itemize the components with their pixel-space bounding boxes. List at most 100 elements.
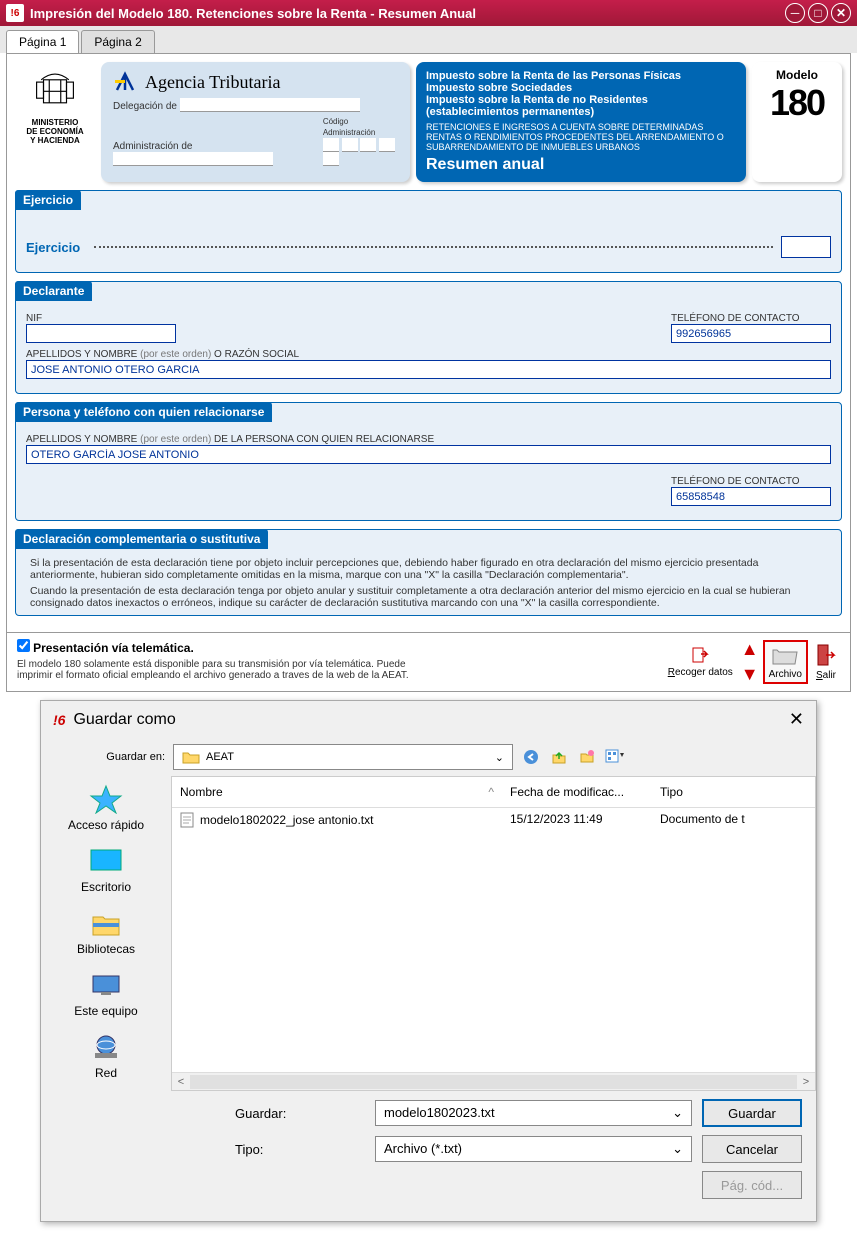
admin-input[interactable] <box>113 152 273 166</box>
tab-page-2[interactable]: Página 2 <box>81 30 154 53</box>
tax-summary: Resumen anual <box>426 156 736 174</box>
file-row[interactable]: modelo1802022_jose antonio.txt 15/12/202… <box>172 808 815 832</box>
col-name[interactable]: Nombre ^ <box>172 781 502 803</box>
col-type[interactable]: Tipo <box>652 781 815 803</box>
place-quick-access[interactable]: Acceso rápido <box>49 784 163 832</box>
declarante-name-label: APELLIDOS Y NOMBRE (por este orden) O RA… <box>26 349 299 360</box>
ministry-line-1: MINISTERIO <box>19 118 91 127</box>
agency-logo-icon <box>113 70 137 94</box>
telematica-checkbox[interactable] <box>17 639 30 652</box>
scroll-left-button[interactable]: < <box>172 1076 190 1088</box>
tax-sub: RETENCIONES E INGRESOS A CUENTA SOBRE DE… <box>426 122 736 152</box>
up-folder-button[interactable] <box>549 747 569 767</box>
declarante-tel-label: TELÉFONO DE CONTACTO <box>671 313 831 324</box>
tax-line-3: Impuesto sobre la Renta de no Residentes… <box>426 94 736 118</box>
folder-icon <box>182 750 200 764</box>
scroll-right-button[interactable]: > <box>797 1076 815 1088</box>
scroll-track[interactable] <box>190 1075 797 1089</box>
salir-button[interactable]: Salir <box>812 641 840 683</box>
section-declarante: Declarante NIF TELÉFONO DE CONTACTO APEL… <box>15 281 842 394</box>
folder-combo[interactable]: AEAT ⌄ <box>173 744 513 770</box>
file-list-header: Nombre ^ Fecha de modificac... Tipo <box>172 777 815 808</box>
ejercicio-label: Ejercicio <box>26 240 80 255</box>
file-list[interactable]: Nombre ^ Fecha de modificac... Tipo mode… <box>171 776 816 1091</box>
declarante-name-input[interactable] <box>26 360 831 379</box>
save-dialog: !6 Guardar como ✕ Guardar en: AEAT ⌄ Acc… <box>40 700 817 1222</box>
save-button[interactable]: Guardar <box>702 1099 802 1127</box>
file-name: modelo1802022_jose antonio.txt <box>200 813 373 827</box>
coat-of-arms-icon <box>32 66 78 112</box>
ejercicio-input[interactable] <box>781 236 831 258</box>
desktop-icon <box>88 846 124 876</box>
footer-toolbar: Presentación vía telemática. El modelo 1… <box>6 633 851 692</box>
network-icon <box>88 1032 124 1062</box>
place-desktop[interactable]: Escritorio <box>49 846 163 894</box>
tab-page-1[interactable]: Página 1 <box>6 30 79 53</box>
chevron-down-icon: ⌄ <box>672 1141 683 1157</box>
nav-arrows: ▲ ▼ <box>741 639 759 685</box>
cancel-button[interactable]: Cancelar <box>702 1135 802 1163</box>
nif-input[interactable] <box>26 324 176 343</box>
filetype-label: Tipo: <box>185 1142 365 1157</box>
close-button[interactable]: ✕ <box>831 3 851 23</box>
text-file-icon <box>180 812 194 828</box>
computer-icon <box>88 970 124 1000</box>
codigo-2[interactable] <box>342 138 358 152</box>
save-in-label: Guardar en: <box>55 751 165 763</box>
new-folder-button[interactable] <box>577 747 597 767</box>
declarante-tel-input[interactable] <box>671 324 831 343</box>
ministry-box: MINISTERIO DE ECONOMÍA Y HACIENDA <box>15 62 95 182</box>
section-complementaria: Declaración complementaria o sustitutiva… <box>15 529 842 616</box>
section-declarante-title: Declarante <box>15 281 92 301</box>
minimize-button[interactable]: ─ <box>785 3 805 23</box>
archivo-button[interactable]: Archivo <box>763 640 808 684</box>
nav-down-button[interactable]: ▼ <box>741 664 759 685</box>
tax-description-box: Impuesto sobre la Renta de las Personas … <box>416 62 746 182</box>
tax-line-1: Impuesto sobre la Renta de las Personas … <box>426 70 736 82</box>
section-comp-title: Declaración complementaria o sustitutiva <box>15 529 268 549</box>
codepage-button[interactable]: Pág. cód... <box>702 1171 802 1199</box>
codigo-5[interactable] <box>323 152 339 166</box>
model-number: 180 <box>758 82 836 124</box>
dialog-title: Guardar como <box>73 711 788 729</box>
place-libraries[interactable]: Bibliotecas <box>49 908 163 956</box>
horizontal-scrollbar[interactable]: < > <box>172 1072 815 1090</box>
col-date[interactable]: Fecha de modificac... <box>502 781 652 803</box>
window-title: Impresión del Modelo 180. Retenciones so… <box>30 6 782 21</box>
recoger-datos-button[interactable]: RRecoger datosecoger datos <box>664 644 737 680</box>
nav-up-button[interactable]: ▲ <box>741 639 759 660</box>
persona-tel-input[interactable] <box>671 487 831 506</box>
nif-label: NIF <box>26 313 176 324</box>
delegacion-input[interactable] <box>180 98 360 112</box>
exit-door-icon <box>816 643 836 667</box>
place-network[interactable]: Red <box>49 1032 163 1080</box>
view-menu-button[interactable] <box>605 747 625 767</box>
persona-tel-label: TELÉFONO DE CONTACTO <box>671 476 831 487</box>
filename-label: Guardar: <box>185 1106 365 1121</box>
ministry-line-2: DE ECONOMÍA <box>19 127 91 136</box>
model-label: Modelo <box>758 68 836 82</box>
ministry-line-3: Y HACIENDA <box>19 136 91 145</box>
delegacion-label: Delegación de <box>113 101 177 112</box>
filename-input[interactable]: modelo1802023.txt⌄ <box>375 1100 692 1126</box>
back-button[interactable] <box>521 747 541 767</box>
codigo-4[interactable] <box>379 138 395 152</box>
persona-name-label: APELLIDOS Y NOMBRE (por este orden) DE L… <box>26 434 434 445</box>
document-arrow-icon <box>691 646 709 664</box>
telematica-checkbox-row[interactable]: Presentación vía telemática. <box>17 643 194 655</box>
filetype-combo[interactable]: Archivo (*.txt)⌄ <box>375 1136 692 1162</box>
comp-text-1: Si la presentación de esta declaración t… <box>26 555 831 583</box>
maximize-button[interactable]: □ <box>808 3 828 23</box>
model-box: Modelo 180 <box>752 62 842 182</box>
chevron-down-icon: ⌄ <box>672 1105 683 1121</box>
persona-name-input[interactable] <box>26 445 831 464</box>
folder-open-icon <box>771 644 799 666</box>
file-type: Documento de t <box>652 810 815 830</box>
codigo-3[interactable] <box>360 138 376 152</box>
codigo-label: Código Administración <box>323 117 375 137</box>
folder-name: AEAT <box>206 751 234 763</box>
page-tabs: Página 1 Página 2 <box>0 26 857 53</box>
codigo-1[interactable] <box>323 138 339 152</box>
dialog-close-button[interactable]: ✕ <box>789 709 804 730</box>
place-this-pc[interactable]: Este equipo <box>49 970 163 1018</box>
